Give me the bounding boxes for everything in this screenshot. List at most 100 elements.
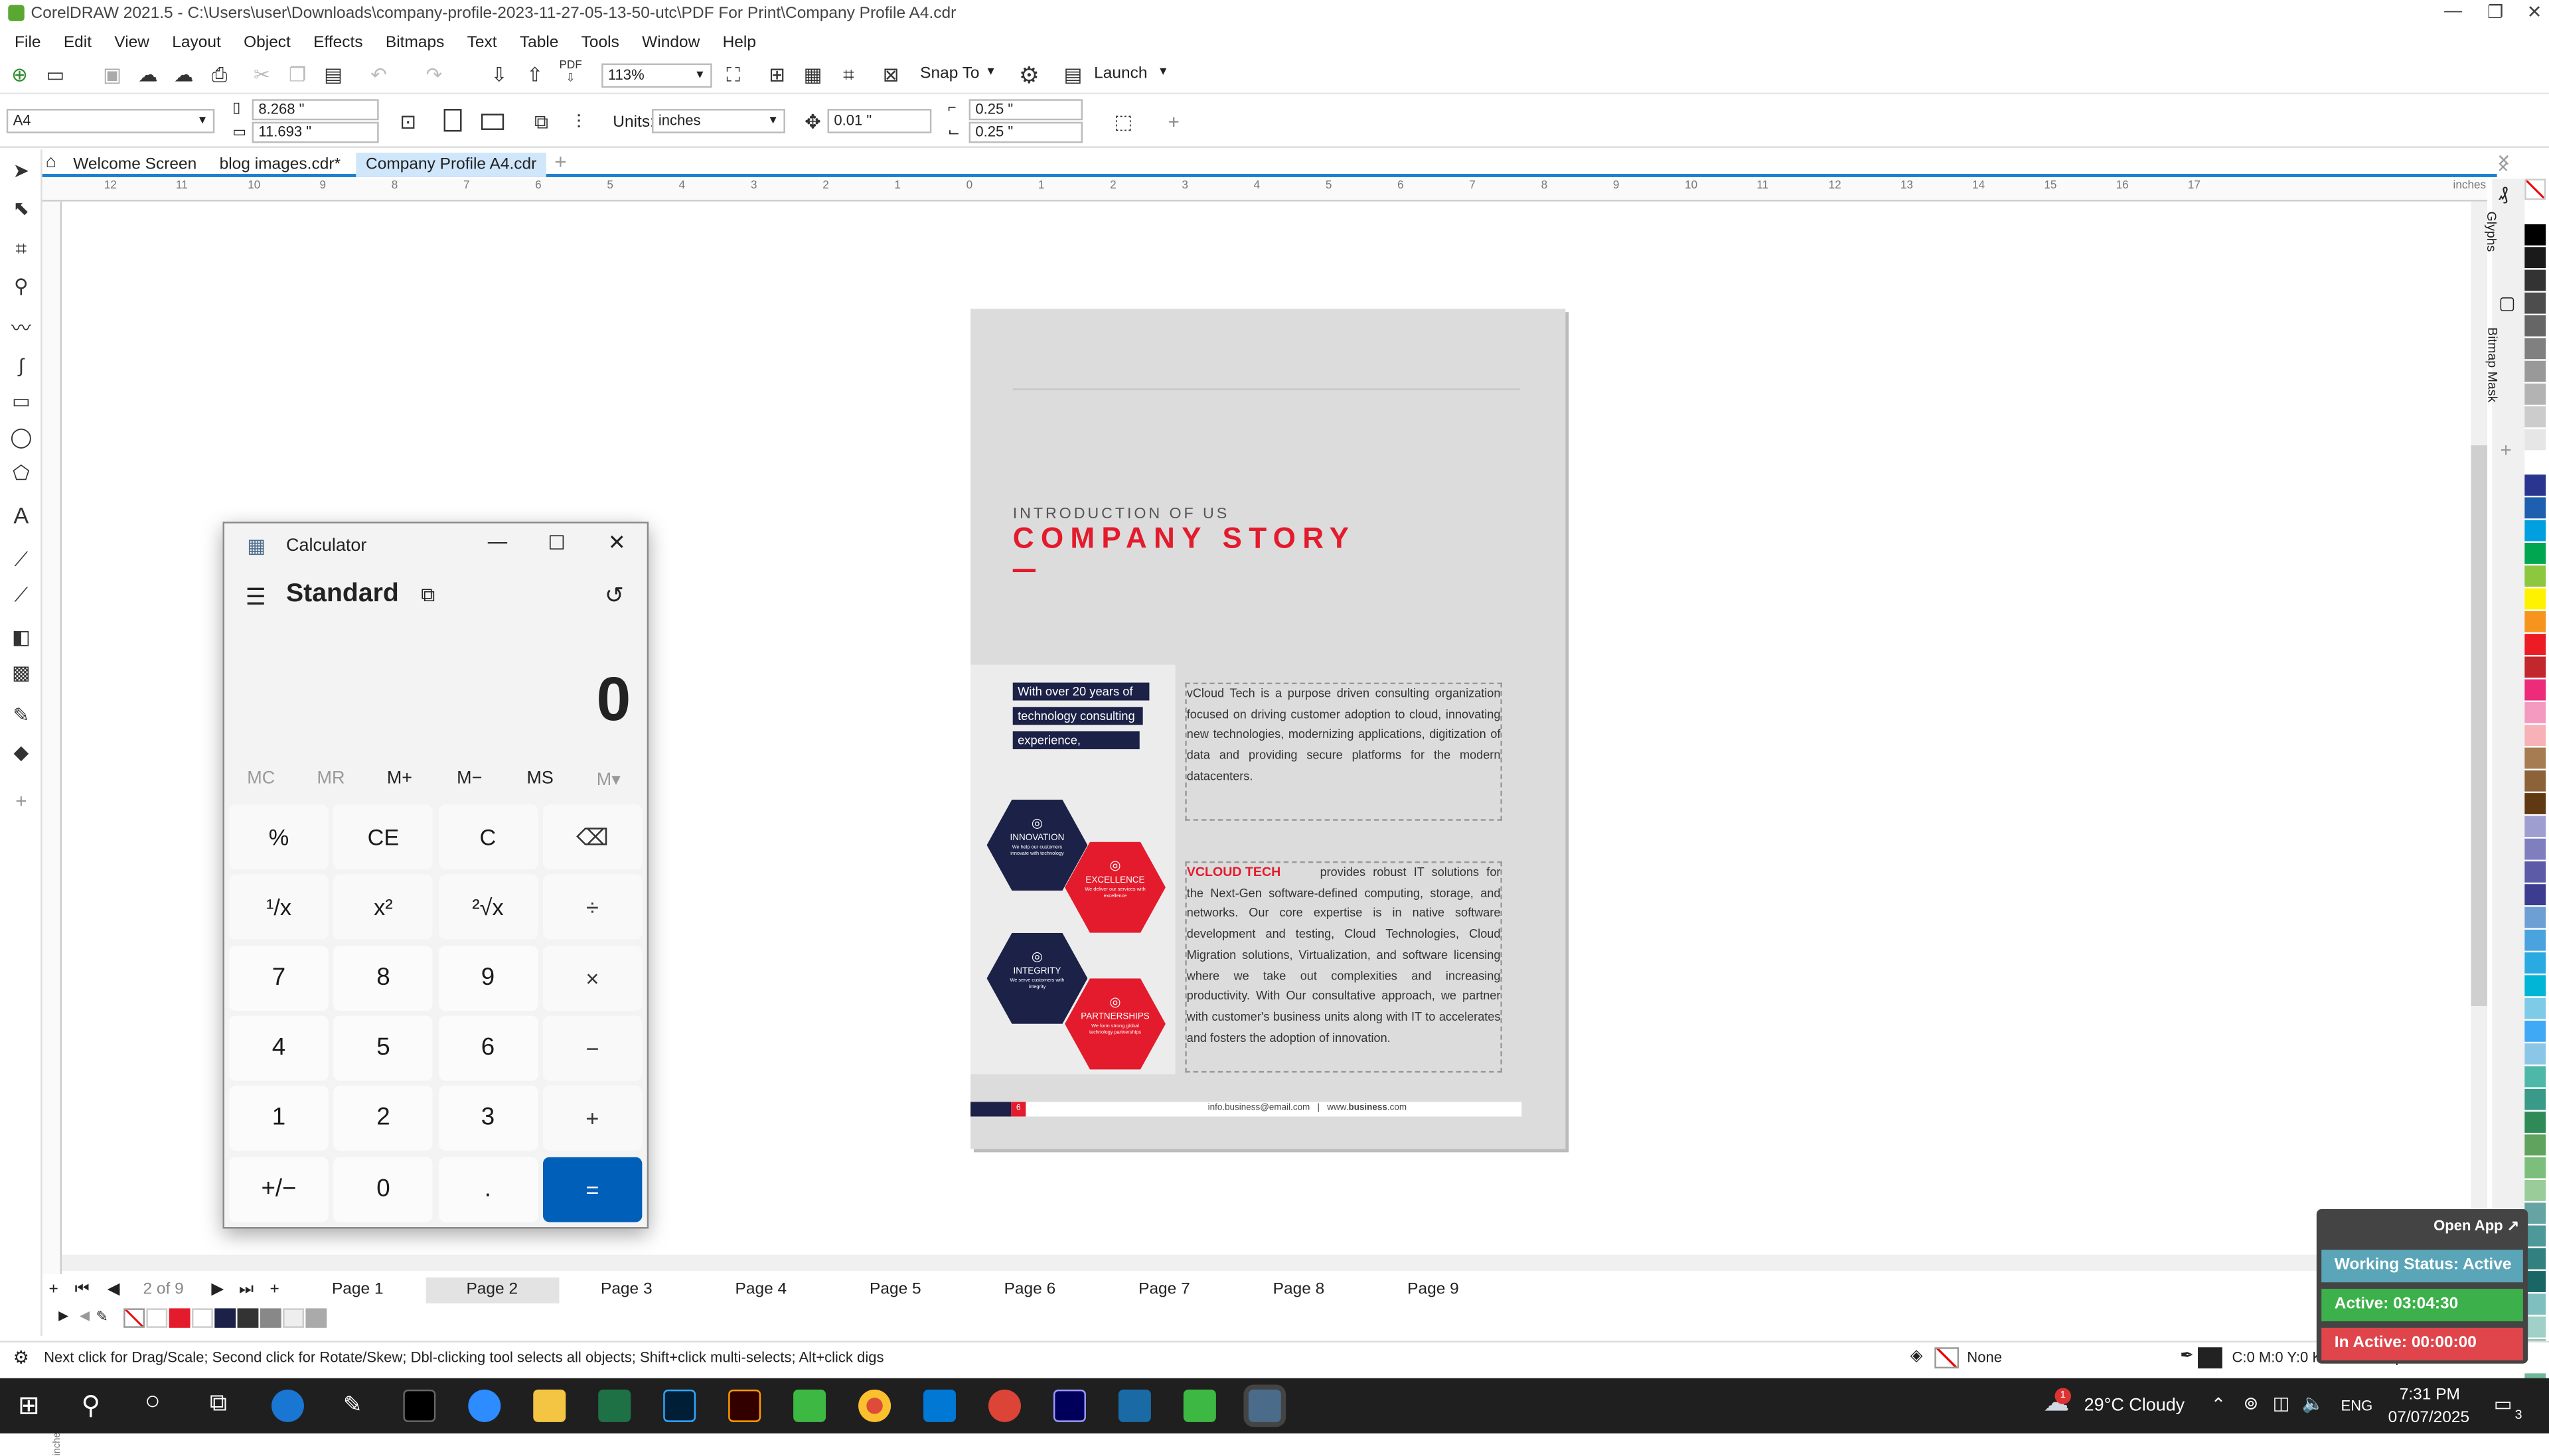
calc-key[interactable]: CE [333, 804, 433, 870]
calc-key[interactable]: + [542, 1086, 643, 1151]
dark-swatch[interactable] [237, 1308, 259, 1328]
all-pages-icon[interactable]: ⊡ [395, 109, 421, 135]
windows-start-icon[interactable]: ⊞ [18, 1390, 40, 1422]
notification-icon[interactable]: ▭ [2494, 1393, 2512, 1416]
first-page-icon[interactable]: ⏮ [75, 1281, 90, 1299]
paste-icon[interactable]: ▤ [320, 62, 346, 88]
line-tool-icon[interactable]: ⟋ [8, 546, 34, 572]
shape-tool-icon[interactable]: ⬉ [8, 195, 34, 221]
page-tab[interactable]: Page 4 [694, 1277, 828, 1303]
calc-key[interactable]: 7 [229, 945, 329, 1011]
transparency-tool-icon[interactable]: ▩ [8, 660, 34, 686]
palette-swatch[interactable] [2524, 952, 2546, 974]
add-docker-icon[interactable]: + [2501, 439, 2512, 461]
calc-key[interactable]: 5 [333, 1015, 433, 1081]
menu-text[interactable]: Text [467, 33, 497, 51]
terminal-icon[interactable] [403, 1389, 436, 1422]
para-1[interactable]: vCloud Tech is a purpose driven consulti… [1185, 682, 1502, 821]
palette-swatch[interactable] [2524, 1020, 2546, 1042]
align-icon[interactable]: ⫶ [566, 109, 591, 135]
rulers-icon[interactable]: ⊞ [764, 62, 790, 88]
para-2-box[interactable]: VCLOUD TECH provides robust IT solutions … [1185, 861, 1502, 1073]
palette-arrow-icon[interactable]: ▶ [58, 1308, 68, 1323]
page-width-field[interactable]: 8.268 " [252, 99, 379, 121]
calc-key[interactable]: 1 [229, 1086, 329, 1151]
calc-key[interactable]: ¹/x [229, 875, 329, 940]
full-screen-icon[interactable]: ⛶ [720, 62, 746, 88]
minimize-icon[interactable]: — [488, 530, 507, 552]
red-swatch[interactable] [169, 1308, 191, 1328]
palette-swatch[interactable] [2524, 383, 2546, 405]
palette-swatch[interactable] [2524, 838, 2546, 860]
vscode-icon[interactable] [923, 1389, 957, 1422]
duplicate-y-field[interactable]: 0.25 " [968, 121, 1083, 143]
volume-icon[interactable]: 🔈 [2302, 1393, 2325, 1414]
palette-swatch[interactable] [2524, 1157, 2546, 1179]
calc-key[interactable]: = [542, 1156, 643, 1222]
search-icon[interactable]: ⚲ [81, 1390, 100, 1422]
menu-tools[interactable]: Tools [581, 33, 619, 51]
close-docker-icon[interactable]: ✕ [2497, 159, 2509, 177]
zoom-icon[interactable] [468, 1389, 501, 1422]
palette-swatch[interactable] [2524, 770, 2546, 792]
cloud-icon[interactable]: ☁ [135, 62, 161, 88]
calc-key[interactable]: 6 [438, 1015, 538, 1081]
snap-to-dropdown[interactable]: Snap To [920, 65, 979, 83]
cut-icon[interactable]: ✂ [249, 62, 275, 88]
rectangle-tool-icon[interactable]: ▭ [8, 388, 34, 414]
white-swatch[interactable] [191, 1308, 213, 1328]
palette-swatch[interactable] [2524, 247, 2546, 269]
add-icon[interactable]: + [1161, 109, 1187, 135]
tray-chevron-icon[interactable]: ⌃ [2211, 1394, 2226, 1416]
task-view-icon[interactable]: ⧉ [210, 1390, 227, 1418]
palette-swatch[interactable] [2524, 315, 2546, 336]
page-tab[interactable]: Page 9 [1367, 1277, 1500, 1303]
memory-button[interactable]: M+ [387, 768, 412, 788]
palette-swatch[interactable] [2524, 360, 2546, 382]
cortana-icon[interactable]: ○ [145, 1388, 161, 1417]
palette-swatch[interactable] [2524, 269, 2546, 291]
tab-blog-images[interactable]: blog images.cdr* [210, 153, 350, 177]
palette-swatch[interactable] [2524, 611, 2546, 632]
app-icon[interactable] [1118, 1389, 1151, 1422]
menu-view[interactable]: View [114, 33, 149, 51]
palette-swatch[interactable] [2524, 1134, 2546, 1156]
page-tab[interactable]: Page 3 [560, 1277, 693, 1303]
clock-time[interactable]: 7:31 PM [2400, 1386, 2460, 1404]
page-layout-icon[interactable]: ⧉ [528, 109, 554, 135]
palette-swatch[interactable] [2524, 1112, 2546, 1133]
freehand-tool-icon[interactable]: 〰 [8, 315, 34, 341]
palette-swatch[interactable] [2524, 975, 2546, 997]
open-icon[interactable]: ▭ [42, 62, 68, 88]
calc-key[interactable]: x² [333, 875, 433, 940]
horizontal-scrollbar[interactable] [62, 1254, 2471, 1272]
calc-key[interactable]: . [438, 1156, 538, 1222]
artistic-media-icon[interactable]: ∫ [8, 352, 34, 378]
eyedropper-tool-icon[interactable]: ✎ [8, 702, 34, 728]
undo-icon[interactable]: ↶ [366, 62, 392, 88]
palette-swatch[interactable] [2524, 929, 2546, 951]
add-page-after-icon[interactable]: + [270, 1281, 279, 1299]
text-tool-icon[interactable]: A [8, 502, 34, 528]
add-tool-icon[interactable]: + [8, 788, 34, 814]
palette-swatch[interactable] [2524, 634, 2546, 655]
coreldraw-icon[interactable] [793, 1389, 826, 1422]
palette-swatch[interactable] [2524, 907, 2546, 928]
menu-effects[interactable]: Effects [313, 33, 362, 51]
launch-icon[interactable]: ▤ [1060, 62, 1086, 88]
menu-bitmaps[interactable]: Bitmaps [386, 33, 444, 51]
coreldraw-active-icon[interactable] [1183, 1389, 1216, 1422]
menu-object[interactable]: Object [244, 33, 291, 51]
no-color-swatch[interactable] [2524, 179, 2546, 200]
page-tab[interactable]: Page 8 [1232, 1277, 1365, 1303]
outline-swatch[interactable] [2198, 1347, 2222, 1369]
palette-swatch[interactable] [2524, 1066, 2546, 1088]
tab-welcome-screen[interactable]: Welcome Screen [64, 153, 206, 177]
palette-swatch[interactable] [2524, 292, 2546, 314]
connector-tool-icon[interactable]: ⟋ [8, 582, 34, 608]
units-select[interactable]: inches ▼ [652, 109, 785, 133]
open-app-button[interactable]: Open App ↗ [2433, 1217, 2519, 1235]
add-page-icon[interactable]: + [48, 1281, 58, 1299]
last-page-icon[interactable]: ⏭ [239, 1281, 254, 1299]
palette-swatch[interactable] [2524, 884, 2546, 906]
